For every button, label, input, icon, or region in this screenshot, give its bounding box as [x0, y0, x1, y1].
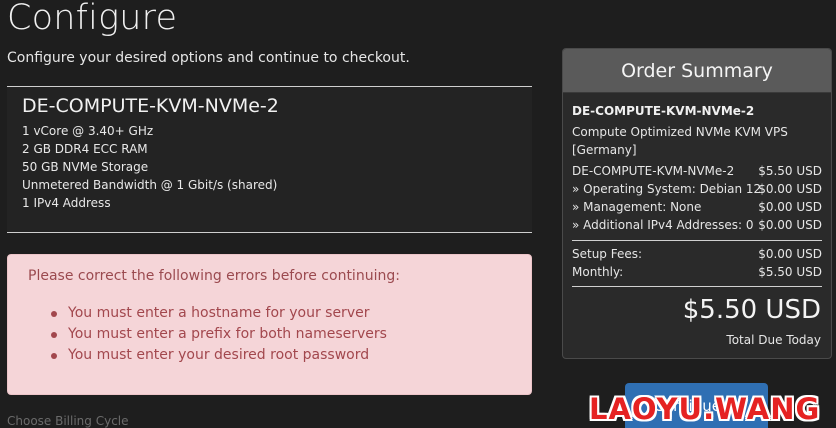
error-item-hostname: You must enter a hostname for your serve… — [48, 303, 387, 324]
order-summary-panel: Order Summary DE-COMPUTE-KVM-NVMe-2 Comp… — [562, 48, 832, 359]
error-item-text: You must enter a hostname for your serve… — [68, 305, 370, 321]
summary-line-amount: $5.50 USD — [758, 164, 822, 178]
summary-setup-fees: Setup Fees: $0.00 USD — [572, 247, 822, 265]
bullet-icon — [51, 311, 57, 317]
summary-line-amount: $0.00 USD — [758, 182, 822, 196]
summary-line-amount: $0.00 USD — [758, 200, 822, 214]
summary-line-amount: $0.00 USD — [758, 218, 822, 232]
summary-line-management: » Management: None $0.00 USD — [572, 200, 822, 218]
setup-fees-label: Setup Fees: — [572, 247, 643, 261]
error-alert: Please correct the following errors befo… — [7, 254, 532, 395]
monthly-label: Monthly: — [572, 265, 624, 279]
order-summary-title: Order Summary — [563, 49, 831, 93]
product-name: DE-COMPUTE-KVM-NVMe-2 — [22, 95, 279, 117]
summary-line-ipv4: » Additional IPv4 Addresses: 0 $0.00 USD — [572, 218, 822, 236]
summary-divider — [572, 240, 822, 241]
spec-item-storage: 50 GB NVMe Storage — [22, 160, 149, 174]
error-item-root-password: You must enter your desired root passwor… — [48, 345, 387, 366]
configure-page: Configure Configure your desired options… — [0, 0, 836, 428]
product-specs-list: 1 vCore @ 3.40+ GHz 2 GB DDR4 ECC RAM 50… — [22, 122, 277, 212]
summary-divider — [572, 286, 822, 287]
summary-line-label: » Additional IPv4 Addresses: 0 — [572, 218, 754, 232]
page-subtitle: Configure your desired options and conti… — [7, 50, 410, 66]
error-list: You must enter a hostname for your serve… — [48, 303, 387, 366]
monthly-amount: $5.50 USD — [758, 265, 822, 279]
total-due-label: Total Due Today — [726, 333, 821, 347]
summary-monthly: Monthly: $5.50 USD — [572, 265, 822, 283]
page-title: Configure — [7, 0, 178, 38]
error-heading: Please correct the following errors befo… — [28, 268, 400, 284]
bullet-icon — [51, 332, 57, 338]
summary-line-os: » Operating System: Debian 12 $0.00 USD — [572, 182, 822, 200]
spec-item-ram: 2 GB DDR4 ECC RAM — [22, 142, 148, 156]
summary-product-name: DE-COMPUTE-KVM-NVMe-2 — [572, 104, 755, 118]
summary-line-label: » Operating System: Debian 12 — [572, 182, 762, 196]
summary-product-group: Compute Optimized NVMe KVM VPS [Germany] — [572, 125, 788, 157]
summary-line-product: DE-COMPUTE-KVM-NVMe-2 $5.50 USD — [572, 164, 822, 182]
total-due-amount: $5.50 USD — [682, 295, 821, 325]
billing-cycle-label: Choose Billing Cycle — [7, 414, 129, 428]
watermark-logo: LAOYU.WANG — [589, 392, 821, 426]
spec-item-bandwidth: Unmetered Bandwidth @ 1 Gbit/s (shared) — [22, 178, 278, 192]
spec-item-ipv4: 1 IPv4 Address — [22, 196, 111, 210]
summary-line-label: » Management: None — [572, 200, 702, 214]
setup-fees-amount: $0.00 USD — [758, 247, 822, 261]
product-info-panel: DE-COMPUTE-KVM-NVMe-2 1 vCore @ 3.40+ GH… — [7, 86, 532, 233]
spec-item-cpu: 1 vCore @ 3.40+ GHz — [22, 124, 154, 138]
summary-line-label: DE-COMPUTE-KVM-NVMe-2 — [572, 164, 735, 178]
error-item-nameservers: You must enter a prefix for both nameser… — [48, 324, 387, 345]
error-item-text: You must enter your desired root passwor… — [68, 347, 370, 363]
bullet-icon — [51, 353, 57, 359]
error-item-text: You must enter a prefix for both nameser… — [68, 326, 387, 342]
